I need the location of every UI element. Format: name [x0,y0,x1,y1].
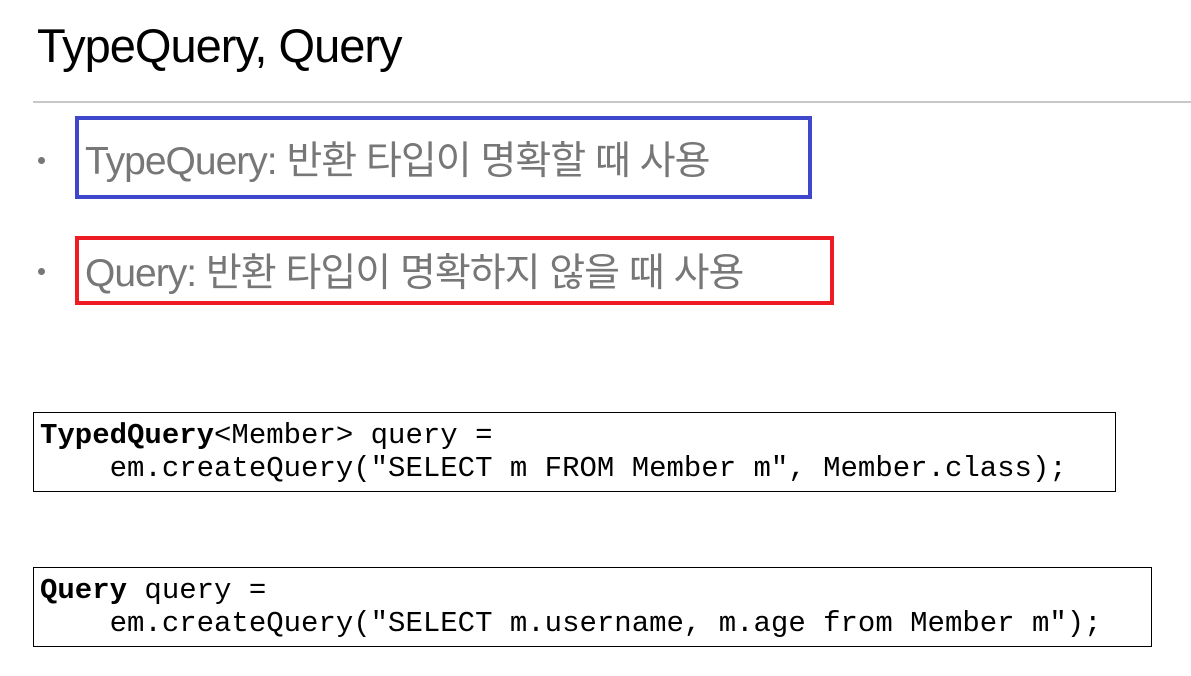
bullet-typequery: TypeQuery: 반환 타입이 명확할 때 사용 [75,116,812,199]
code-block-typedquery: TypedQuery<Member> query = em.createQuer… [33,412,1116,492]
slide-title: TypeQuery, Query [37,19,402,72]
bullet-query: Query: 반환 타입이 명확하지 않을 때 사용 [75,236,834,305]
code-line1: query = [127,574,267,607]
code-line1: <Member> query = [214,419,493,452]
code-block-query: Query query = em.createQuery("SELECT m.u… [33,567,1152,647]
bullet-dot [38,157,45,164]
code-keyword: TypedQuery [40,419,215,452]
code-line2: em.createQuery("SELECT m FROM Member m",… [40,452,1067,485]
title-divider [33,101,1191,103]
code-line2: em.createQuery("SELECT m.username, m.age… [40,607,1102,640]
code-keyword: Query [40,574,128,607]
bullet-dot [38,268,45,275]
